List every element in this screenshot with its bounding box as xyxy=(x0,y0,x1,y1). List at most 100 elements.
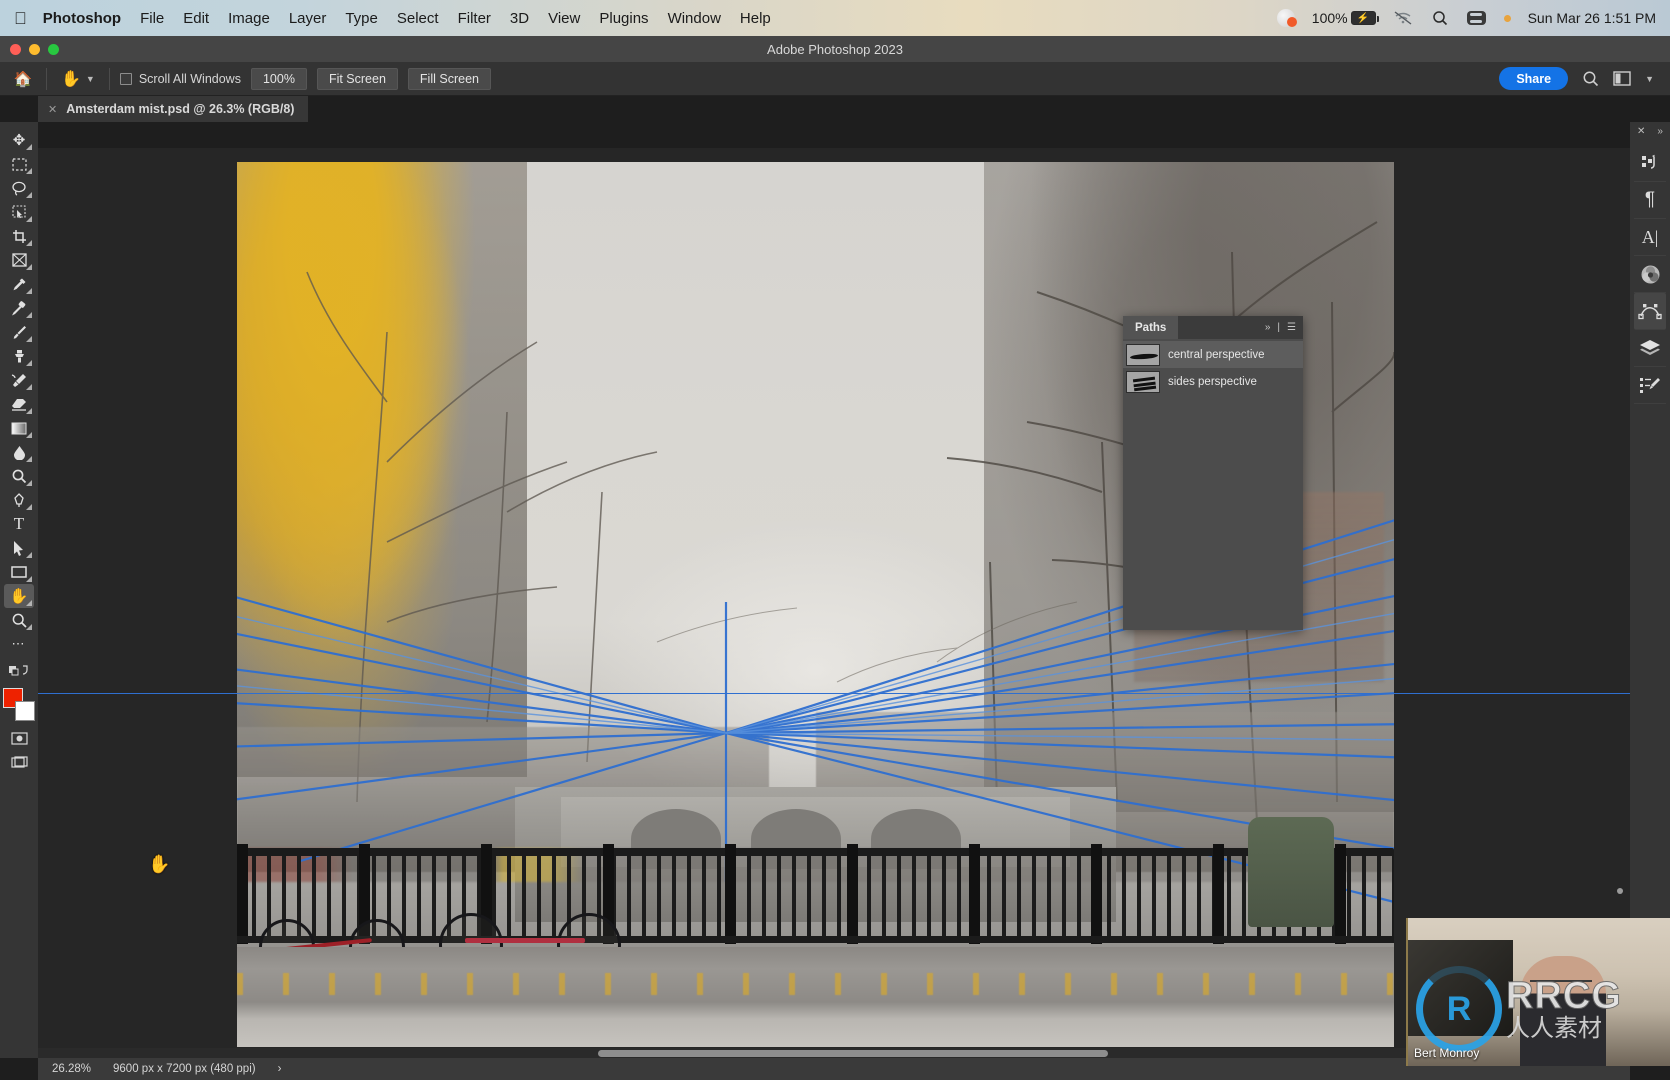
gradient-tool[interactable] xyxy=(4,416,34,440)
menu-item-view[interactable]: View xyxy=(548,10,580,27)
character-panel-icon[interactable]: A | xyxy=(1634,219,1666,256)
presenter-webcam-overlay: R RRCG 人人素材 Bert Monroy xyxy=(1406,918,1670,1066)
path-name: sides perspective xyxy=(1168,375,1257,388)
canvas-area[interactable]: ✋ Paths » | ☰ central perspective sides … xyxy=(38,148,1630,1048)
menu-item-filter[interactable]: Filter xyxy=(458,10,491,27)
history-brush-tool[interactable] xyxy=(4,368,34,392)
rectangle-tool[interactable] xyxy=(4,560,34,584)
screen-mode-icon[interactable] xyxy=(4,750,34,774)
paths-panel-empty-area xyxy=(1123,398,1303,630)
spotlight-search-icon[interactable] xyxy=(1430,10,1450,26)
pen-tool[interactable] xyxy=(4,488,34,512)
menu-item-help[interactable]: Help xyxy=(740,10,771,27)
menu-item-edit[interactable]: Edit xyxy=(183,10,209,27)
chevron-right-icon[interactable]: › xyxy=(278,1063,282,1075)
paths-panel-icon[interactable] xyxy=(1634,293,1666,330)
panel-menu-icon[interactable]: ☰ xyxy=(1287,322,1296,333)
path-name: central perspective xyxy=(1168,348,1265,361)
hand-tool[interactable]: ✋ xyxy=(4,584,34,608)
chevron-down-icon[interactable]: ▼ xyxy=(86,74,95,84)
window-traffic-lights[interactable] xyxy=(10,44,59,55)
scroll-all-windows-checkbox[interactable]: Scroll All Windows xyxy=(119,71,241,86)
path-selection-tool[interactable] xyxy=(4,536,34,560)
minimize-window-button[interactable] xyxy=(29,44,40,55)
fit-screen-button[interactable]: Fit Screen xyxy=(316,67,398,90)
close-window-button[interactable] xyxy=(10,44,21,55)
path-row-sides-perspective[interactable]: sides perspective xyxy=(1123,368,1303,395)
divider xyxy=(108,67,110,90)
checkbox-box[interactable] xyxy=(119,72,132,85)
color-swatches[interactable] xyxy=(3,688,35,722)
edit-toolbar-more-icon[interactable]: ⋯ xyxy=(4,632,34,656)
eraser-tool[interactable] xyxy=(4,392,34,416)
options-bar: 🏠 ✋ ▼ Scroll All Windows 100% Fit Screen… xyxy=(0,62,1670,96)
menu-item-image[interactable]: Image xyxy=(228,10,270,27)
crop-tool[interactable] xyxy=(4,224,34,248)
window-title: Adobe Photoshop 2023 xyxy=(767,41,903,57)
scrollbar-thumb[interactable] xyxy=(598,1050,1108,1057)
zoom-tool[interactable] xyxy=(4,608,34,632)
apple-menu-icon[interactable]:  xyxy=(14,10,27,27)
quick-mask-icon[interactable] xyxy=(4,726,34,750)
presenter-name-label: Bert Monroy xyxy=(1414,1046,1480,1060)
home-icon[interactable]: 🏠 xyxy=(10,67,36,91)
menu-item-type[interactable]: Type xyxy=(345,10,378,27)
document-tab-title: Amsterdam mist.psd @ 26.3% (RGB/8) xyxy=(66,102,295,116)
menu-item-plugins[interactable]: Plugins xyxy=(599,10,648,27)
canvas-handle-dot xyxy=(1617,888,1623,894)
menu-item-file[interactable]: File xyxy=(140,10,164,27)
history-panel-icon[interactable] xyxy=(1634,145,1666,182)
search-icon[interactable] xyxy=(1582,70,1599,87)
workspace-layout-icon[interactable] xyxy=(1613,71,1631,86)
chevron-down-icon[interactable]: ▼ xyxy=(1645,74,1654,84)
scroll-all-windows-label: Scroll All Windows xyxy=(138,71,241,86)
window-titlebar: Adobe Photoshop 2023 xyxy=(0,36,1670,62)
brush-tool[interactable] xyxy=(4,320,34,344)
spot-healing-brush-tool[interactable] xyxy=(4,296,34,320)
object-selection-tool[interactable] xyxy=(4,200,34,224)
color-panel-icon[interactable] xyxy=(1634,256,1666,293)
menu-item-window[interactable]: Window xyxy=(668,10,721,27)
move-tool[interactable]: ✥ xyxy=(4,128,34,152)
paragraph-panel-icon[interactable]: ¶ xyxy=(1634,182,1666,219)
adjustments-panel-icon[interactable] xyxy=(1634,367,1666,404)
menu-item-photoshop[interactable]: Photoshop xyxy=(43,10,121,27)
macos-menu-bar:  Photoshop File Edit Image Layer Type S… xyxy=(0,0,1670,36)
document-tab[interactable]: ✕ Amsterdam mist.psd @ 26.3% (RGB/8) xyxy=(38,96,309,122)
default-colors-icon[interactable] xyxy=(4,658,34,682)
active-tool-selector[interactable]: ✋ ▼ xyxy=(57,69,99,89)
paths-panel[interactable]: Paths » | ☰ central perspective sides pe… xyxy=(1123,316,1303,630)
path-row-central-perspective[interactable]: central perspective xyxy=(1123,341,1303,368)
siri-icon[interactable] xyxy=(1276,9,1297,27)
control-center-icon[interactable] xyxy=(1467,10,1487,26)
eyedropper-tool[interactable] xyxy=(4,272,34,296)
horizontal-scrollbar[interactable] xyxy=(38,1048,1630,1058)
battery-status[interactable]: 100% ⚡ xyxy=(1311,10,1379,26)
menu-item-layer[interactable]: Layer xyxy=(289,10,327,27)
zoom-window-button[interactable] xyxy=(48,44,59,55)
dodge-tool[interactable] xyxy=(4,464,34,488)
close-icon[interactable]: ✕ xyxy=(48,103,57,116)
battery-percent-label: 100% xyxy=(1311,10,1348,26)
rectangular-marquee-tool[interactable] xyxy=(4,152,34,176)
tab-paths[interactable]: Paths xyxy=(1123,316,1179,339)
type-tool[interactable]: T xyxy=(4,512,34,536)
frame-tool[interactable] xyxy=(4,248,34,272)
path-thumbnail xyxy=(1126,343,1160,366)
expand-panels-icon[interactable]: » xyxy=(1657,126,1663,137)
wifi-off-icon[interactable] xyxy=(1393,10,1413,26)
double-chevron-right-icon[interactable]: » xyxy=(1265,322,1271,333)
zoom-100-button[interactable]: 100% xyxy=(250,67,307,90)
menubar-clock[interactable]: Sun Mar 26 1:51 PM xyxy=(1528,10,1656,26)
background-color-swatch[interactable] xyxy=(15,701,35,721)
close-icon[interactable]: ✕ xyxy=(1637,126,1645,137)
menu-item-3d[interactable]: 3D xyxy=(510,10,529,27)
blur-tool[interactable] xyxy=(4,440,34,464)
fill-screen-button[interactable]: Fill Screen xyxy=(407,67,491,90)
layers-panel-icon[interactable] xyxy=(1634,330,1666,367)
menu-item-select[interactable]: Select xyxy=(397,10,439,27)
lasso-tool[interactable] xyxy=(4,176,34,200)
zoom-level-label[interactable]: 26.28% xyxy=(52,1063,91,1075)
share-button[interactable]: Share xyxy=(1499,67,1569,90)
clone-stamp-tool[interactable] xyxy=(4,344,34,368)
